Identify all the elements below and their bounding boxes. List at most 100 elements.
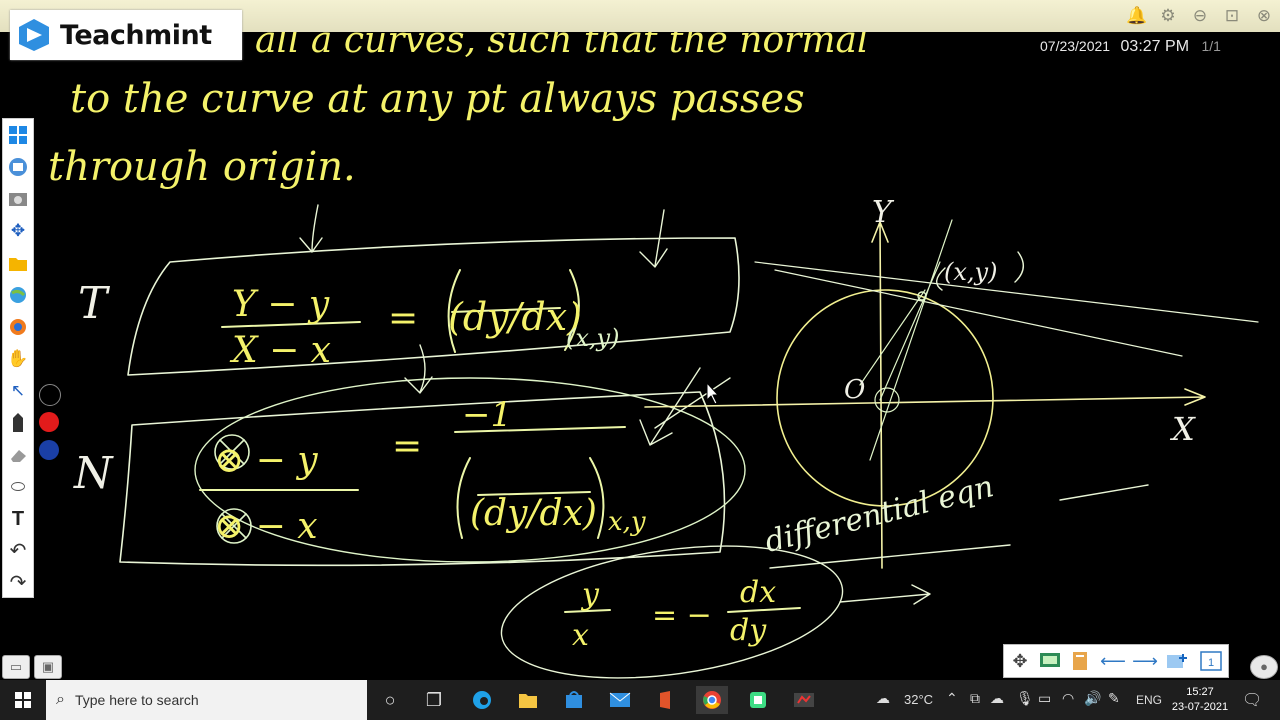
tangent-left-den: X − x (229, 330, 331, 371)
tangent-sub: (x,y) (566, 324, 619, 352)
result-eq: = − (652, 598, 712, 633)
cortana-icon[interactable]: ○ (374, 686, 406, 714)
color-swatch-black[interactable] (39, 384, 61, 406)
undo-icon[interactable]: ↶ (6, 539, 30, 563)
mouse-cursor (706, 382, 719, 405)
start-button[interactable] (0, 680, 46, 720)
normal-sub: x,y (608, 507, 646, 537)
pen-input-icon[interactable]: ✎ (1108, 690, 1120, 707)
taskbar-search-input[interactable]: ⌕ Type here to search (46, 680, 367, 720)
question-line-2: to the curve at any pt always passes (70, 76, 805, 122)
normal-right-num: −1 (462, 395, 512, 435)
store-icon[interactable] (558, 686, 590, 714)
windows-start-icon (15, 692, 31, 708)
office-icon[interactable] (650, 686, 682, 714)
battery-icon[interactable]: ▭ (1038, 690, 1051, 707)
next-page-icon[interactable]: ⟶ (1132, 649, 1158, 673)
page-indicator: 1/1 (1201, 38, 1221, 54)
x-axis (644, 388, 1206, 408)
maximize-icon[interactable]: ⊡ (1222, 6, 1242, 26)
search-placeholder: Type here to search (74, 692, 199, 708)
result-right-den: dy (730, 613, 767, 648)
session-time: 03:27 PM (1120, 38, 1190, 55)
teachmint-app-icon[interactable]: ● (1250, 655, 1278, 679)
minimize-icon[interactable]: ⊖ (1190, 6, 1210, 26)
screenshot-icon[interactable] (6, 187, 30, 211)
page-icon[interactable]: 1 (1198, 649, 1224, 673)
teachmint-logo-icon (19, 19, 49, 51)
diagram-origin-label: O (844, 375, 865, 405)
normal-left-den: ⊗ − x (214, 506, 318, 547)
move-icon[interactable]: ✥ (6, 219, 30, 243)
notification-icon[interactable]: 🗨 (1242, 690, 1262, 710)
android-studio-icon[interactable] (742, 686, 774, 714)
close-icon[interactable]: ⊗ (1254, 6, 1274, 26)
diagram-circle (776, 289, 994, 507)
diagram-x-label: X (1169, 410, 1196, 448)
mail-icon[interactable] (604, 686, 636, 714)
pen-icon[interactable] (6, 411, 30, 435)
normal-right-den: (dy/dx) (470, 493, 597, 534)
globe-icon[interactable] (6, 283, 30, 307)
record-icon[interactable]: ▣ (34, 655, 62, 679)
tangent-eq: = (388, 298, 418, 339)
teachmint-logo: Teachmint (10, 10, 242, 60)
search-icon: ⌕ (56, 691, 65, 708)
session-date: 07/23/2021 (1040, 38, 1111, 54)
edge-icon[interactable] (466, 686, 498, 714)
gear-icon[interactable]: ⚙ (1158, 6, 1178, 26)
add-page-icon[interactable] (1164, 649, 1190, 673)
session-info: 07/23/2021 03:27 PM 1/1 (1040, 38, 1221, 56)
shape-icon[interactable]: ⬭ (6, 475, 30, 499)
file-explorer-icon[interactable] (512, 686, 544, 714)
chrome-icon[interactable] (696, 686, 728, 714)
question-line-3: through origin. (48, 144, 356, 190)
connect-arrow (404, 344, 433, 394)
diagram-y-label: Y (872, 195, 895, 230)
wifi-icon[interactable]: ◠ (1062, 690, 1074, 707)
redo-icon[interactable]: ↷ (6, 571, 30, 595)
color-swatch-red[interactable] (39, 412, 59, 432)
eraser-icon[interactable] (6, 443, 30, 467)
text-icon[interactable]: T (6, 507, 30, 531)
microphone-icon[interactable]: 🎙 (1016, 690, 1034, 707)
move-icon[interactable]: ✥ (1007, 649, 1033, 673)
browser-icon[interactable] (6, 315, 30, 339)
page-number: 1 (1208, 657, 1214, 669)
folder-icon[interactable] (6, 251, 30, 275)
clock-date: 23-07-2021 (1171, 701, 1229, 713)
taskbar-clock[interactable]: 15:27 23-07-2021 (1170, 685, 1230, 715)
slides-icon[interactable]: ▭ (2, 655, 30, 679)
bell-icon[interactable]: 🔔 (1126, 6, 1147, 26)
weather-temp[interactable]: 32°C (904, 692, 933, 707)
tangent-arrow-1 (299, 204, 323, 253)
task-view-icon[interactable]: ❐ (418, 686, 450, 714)
result-left-den: x (572, 618, 589, 653)
windows-icon[interactable] (6, 123, 30, 147)
clock-time: 15:27 (1186, 686, 1214, 698)
logo-text: Teachmint (60, 19, 212, 51)
weather-icon[interactable]: ☁ (876, 690, 890, 707)
hand-icon[interactable]: ✋ (6, 347, 30, 371)
normal-label: N (73, 448, 114, 499)
pages-icon[interactable] (1068, 649, 1094, 673)
normal-box-outline (119, 391, 726, 567)
language-indicator[interactable]: ENG (1136, 693, 1162, 707)
diagram-point-label: (x,y) (944, 258, 997, 286)
result-left-num: y (580, 577, 600, 612)
whiteboard-canvas[interactable]: all a curves, such that the normal to th… (0, 32, 1280, 680)
cloud-icon[interactable]: ☁ (990, 690, 1004, 707)
screen-icon[interactable]: ⧉ (970, 690, 980, 707)
differential-eqn-note: differential eqn (761, 469, 997, 560)
color-swatch-blue[interactable] (39, 440, 59, 460)
chevron-up-icon[interactable]: ⌃ (946, 690, 958, 707)
app-icon[interactable] (6, 155, 30, 179)
pointer-icon[interactable]: ↖ (6, 379, 30, 403)
presentation-icon[interactable] (1037, 649, 1063, 673)
teachmint-icon[interactable] (788, 686, 820, 714)
tangent-label: T (78, 278, 111, 329)
tangent-line-1 (754, 261, 1259, 323)
result-arrow (839, 584, 931, 605)
prev-page-icon[interactable]: ⟵ (1100, 649, 1126, 673)
volume-icon[interactable]: 🔊 (1084, 690, 1101, 707)
